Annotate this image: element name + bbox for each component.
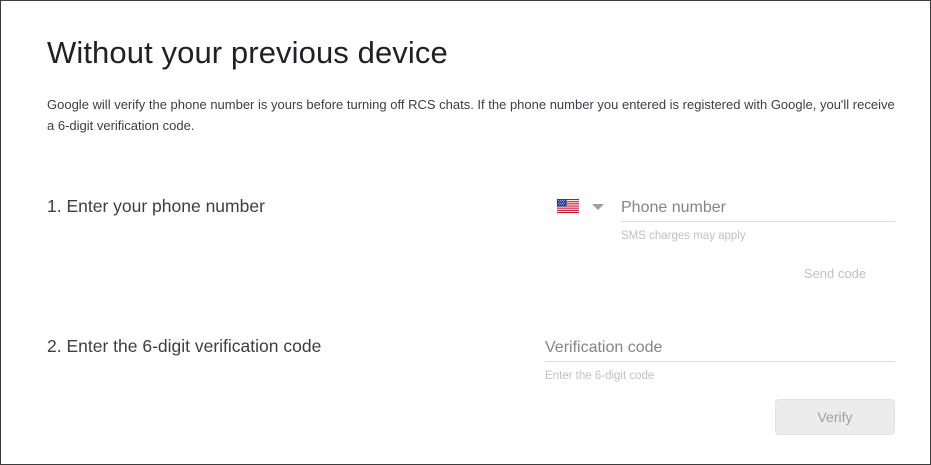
us-flag-graphic xyxy=(557,199,579,213)
page-description: Google will verify the phone number is y… xyxy=(47,97,895,133)
step2-label: 2. Enter the 6-digit verification code xyxy=(47,336,322,356)
sms-charges-hint: SMS charges may apply xyxy=(621,230,746,242)
verification-code-hint: Enter the 6-digit code xyxy=(545,370,655,382)
dialog-frame: Without your previous device Google will… xyxy=(0,0,931,465)
verification-code-input[interactable] xyxy=(545,335,895,362)
step1-label: 1. Enter your phone number xyxy=(47,196,265,216)
page-title: Without your previous device xyxy=(47,35,448,70)
send-code-button[interactable]: Send code xyxy=(791,263,879,283)
phone-number-input[interactable] xyxy=(621,195,895,222)
country-dropdown-caret-icon[interactable] xyxy=(592,204,604,210)
us-flag-icon[interactable] xyxy=(557,199,579,213)
verify-button[interactable]: Verify xyxy=(775,399,895,435)
